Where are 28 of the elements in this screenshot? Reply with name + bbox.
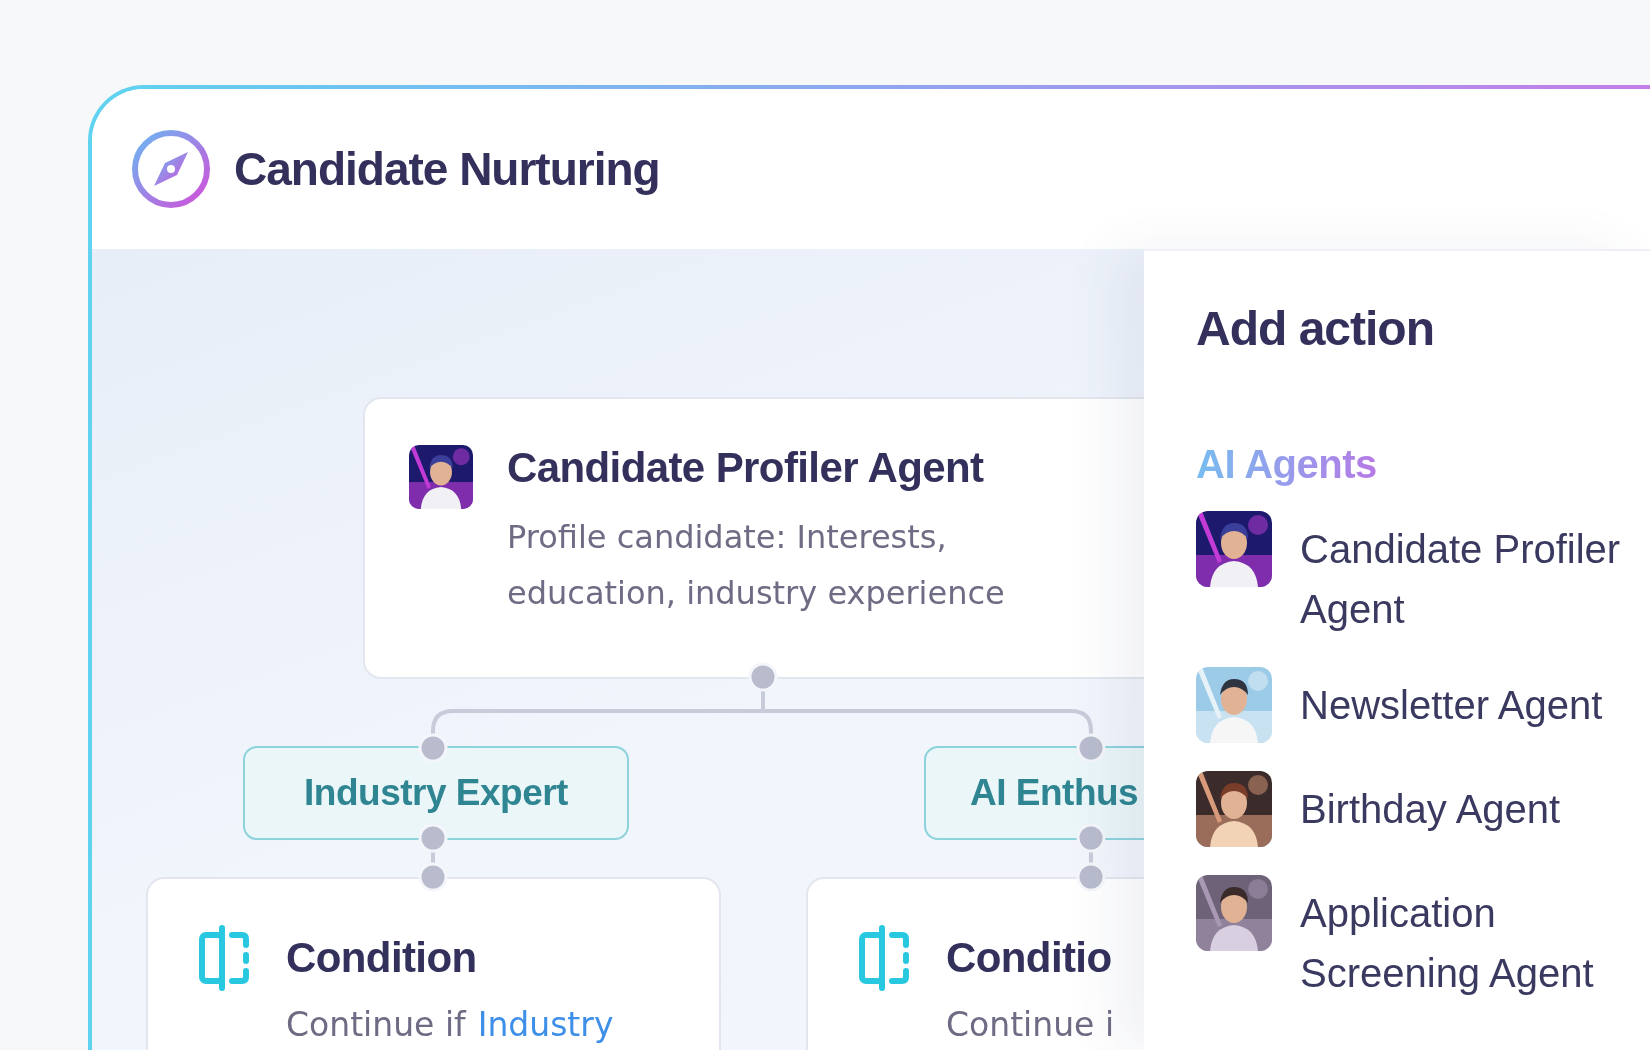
- agent-name[interactable]: Application Screening Agent: [1300, 883, 1622, 1003]
- condition-text: Continue i: [946, 1005, 1115, 1044]
- agent-name[interactable]: Newsletter Agent: [1300, 675, 1622, 735]
- split-icon: [198, 925, 252, 991]
- connector-dot: [1076, 733, 1106, 763]
- condition-keyword: Industry: [477, 1005, 614, 1044]
- condition-node[interactable]: Conditio Continue i: [806, 877, 1144, 1050]
- branch-tag[interactable]: Industry Expert: [243, 746, 629, 840]
- condition-node[interactable]: Condition Continue if Industry: [146, 877, 721, 1050]
- split-icon: [858, 925, 912, 991]
- connector-dot: [1076, 862, 1106, 892]
- connector-dot: [418, 823, 448, 853]
- node-title: Condition: [286, 934, 477, 982]
- connector-dot: [418, 862, 448, 892]
- connector-dot: [418, 733, 448, 763]
- panel-title: Add action: [1196, 301, 1435, 356]
- agent-name[interactable]: Candidate Profiler Agent: [1300, 519, 1622, 639]
- connector-dot: [1076, 823, 1106, 853]
- node-description: Profile candidate: Interests, education, industry experience: [507, 517, 1006, 615]
- node-title: Candidate Profiler Agent: [507, 445, 985, 492]
- agent-node[interactable]: Candidate Profiler Agent Profile candidate: Interests, education, industry experience: [363, 397, 1144, 679]
- agent-name[interactable]: Birthday Agent: [1300, 779, 1622, 839]
- compass-icon: [130, 128, 212, 210]
- node-title: Conditio: [946, 934, 1112, 982]
- condition-text: Continue if: [286, 1005, 466, 1044]
- window-title: Candidate Nurturing: [234, 142, 660, 196]
- branch-tag[interactable]: AI Enthus: [924, 746, 1144, 840]
- connector-dot: [748, 662, 778, 692]
